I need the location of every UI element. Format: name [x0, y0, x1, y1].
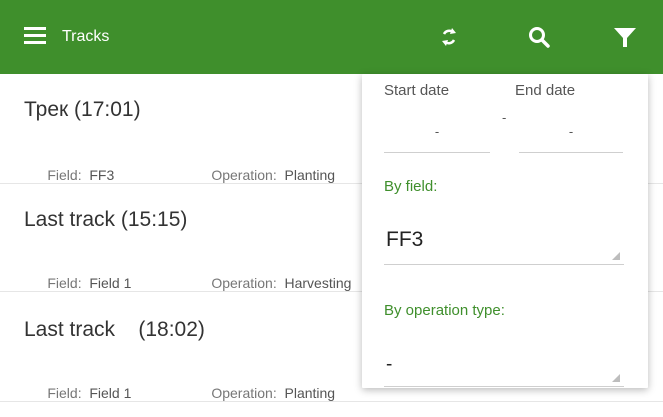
- sync-icon[interactable]: [432, 20, 466, 54]
- track-operation: Operation: Planting: [211, 385, 336, 401]
- date-separator: -: [502, 110, 507, 125]
- track-title: Last track (15:15): [24, 208, 188, 231]
- dropdown-arrow-icon: [612, 252, 620, 260]
- search-icon[interactable]: [522, 20, 556, 54]
- end-date-label: End date: [515, 82, 576, 99]
- field-select-value: FF3: [386, 228, 424, 251]
- operation-select-value: -: [386, 354, 393, 375]
- filter-icon[interactable]: [608, 20, 642, 54]
- track-title: Last track (18:02): [24, 318, 205, 341]
- page-title: Tracks: [62, 28, 110, 45]
- by-operation-label: By operation type:: [384, 302, 505, 319]
- field-select[interactable]: FF3: [384, 220, 624, 265]
- dropdown-arrow-icon: [612, 374, 620, 382]
- start-date-field[interactable]: -: [384, 124, 490, 153]
- operation-select[interactable]: -: [384, 346, 624, 387]
- filter-panel: Start date End date - - - By field: FF3 …: [362, 74, 648, 388]
- track-title: Трек (17:01): [24, 98, 141, 121]
- track-field: Field: Field 1: [47, 385, 132, 401]
- menu-icon[interactable]: [24, 27, 46, 47]
- start-date-label: Start date: [384, 82, 450, 99]
- end-date-field[interactable]: -: [519, 124, 623, 153]
- by-field-label: By field:: [384, 178, 438, 195]
- app-bar: Tracks: [0, 0, 663, 74]
